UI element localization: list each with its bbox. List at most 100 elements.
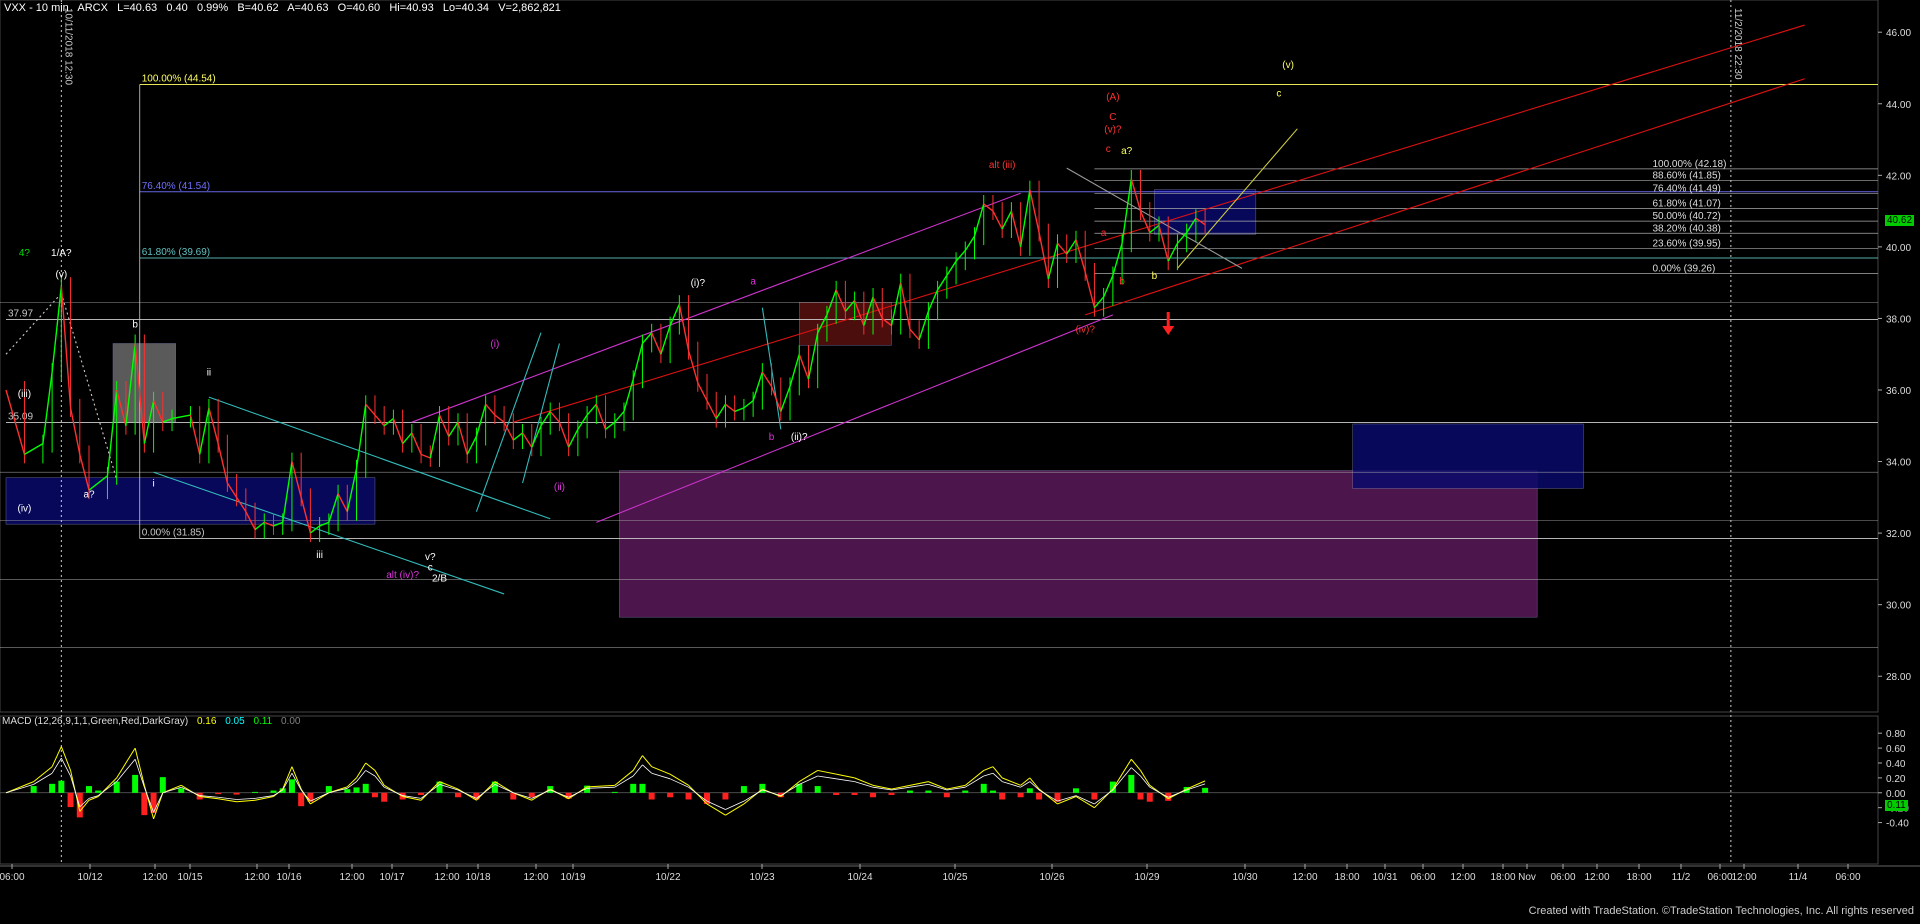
macd-tick-label-2: 0.00 bbox=[1886, 789, 1906, 800]
price-seg-107 bbox=[1019, 189, 1031, 247]
macd-tick-label-4: 0.40 bbox=[1886, 759, 1906, 770]
xtick-label-33: 06:00 bbox=[1835, 872, 1860, 883]
macd-tick-label-6: 0.80 bbox=[1886, 729, 1906, 740]
wave-label-27: b bbox=[1119, 276, 1125, 287]
wave-label-14: (i) bbox=[490, 339, 499, 350]
wave-label-2: (v) bbox=[56, 269, 68, 280]
price-seg-41 bbox=[411, 432, 422, 455]
fib-right-label-5: 38.20% (40.38) bbox=[1652, 223, 1720, 234]
xtick-label-25: Nov bbox=[1518, 872, 1536, 883]
price-seg-61 bbox=[595, 404, 607, 430]
macd-line-3 bbox=[51, 746, 62, 767]
wave-label-5: a? bbox=[83, 489, 95, 500]
macd-hist-40 bbox=[611, 791, 618, 793]
fib-right-label-6: 23.60% (39.95) bbox=[1652, 239, 1720, 250]
macd-hist-30 bbox=[418, 792, 425, 796]
macd-line-62 bbox=[983, 766, 994, 771]
symbol-label: VXX - 10 min bbox=[4, 2, 69, 14]
last-price-label: L=40.63 bbox=[117, 2, 158, 14]
price-seg-47 bbox=[466, 436, 478, 455]
ytick-label-4: 36.00 bbox=[1886, 386, 1911, 397]
wave-label-11: c bbox=[428, 563, 433, 574]
xtick-label-11: 10/19 bbox=[560, 872, 585, 883]
fib-right-label-2: 76.40% (41.49) bbox=[1652, 184, 1720, 195]
xtick-label-30: 06:00 bbox=[1707, 872, 1732, 883]
price-seg-70 bbox=[678, 303, 690, 351]
channel-cyan-rise2 bbox=[522, 343, 560, 484]
macd-study-label: MACD (12,26,9,1,1,Green,Red,DarkGray) bbox=[2, 716, 189, 727]
level-label-0: 100.00% (44.54) bbox=[142, 73, 216, 84]
price-seg-96 bbox=[918, 311, 930, 341]
wave-label-3: (iii) bbox=[18, 389, 31, 400]
high-label: Hi=40.93 bbox=[389, 2, 434, 14]
down-arrow-head bbox=[1162, 326, 1175, 336]
xtick-label-20: 18:00 bbox=[1334, 872, 1359, 883]
price-seg-4 bbox=[51, 286, 63, 373]
macd-hist-42 bbox=[639, 783, 646, 793]
xtick-label-8: 12:00 bbox=[434, 872, 459, 883]
macd-line-2 bbox=[33, 766, 53, 782]
price-seg-117 bbox=[1112, 243, 1123, 276]
xtick-label-22: 06:00 bbox=[1410, 872, 1435, 883]
macd-header: MACD (12,26,9,1,1,Green,Red,DarkGray) 0.… bbox=[2, 716, 306, 727]
macd-hist-64 bbox=[1017, 792, 1024, 798]
price-seg-78 bbox=[752, 371, 764, 401]
wave-label-15: (ii) bbox=[554, 482, 565, 493]
price-seg-73 bbox=[706, 400, 717, 419]
xtick-label-13: 10/23 bbox=[749, 872, 774, 883]
macd-hist-20 bbox=[288, 779, 295, 793]
wave-label-4: (iv) bbox=[18, 504, 32, 515]
price-seg-40 bbox=[402, 432, 413, 445]
macd-hist-2 bbox=[49, 783, 56, 793]
chart-root[interactable]: 100.00% (44.54) 76.40% (41.54) 61.80% (39.… bbox=[0, 0, 1920, 919]
low-label: Lo=40.34 bbox=[442, 2, 490, 14]
macd-hist-3 bbox=[58, 780, 65, 793]
macd-hist-6 bbox=[86, 786, 93, 793]
macd-hist-18 bbox=[270, 790, 277, 793]
macd-hist-55 bbox=[870, 792, 877, 798]
wave-label-8: ii bbox=[207, 368, 211, 379]
date-label-left: 10/11/2018 12:30 bbox=[62, 8, 73, 86]
macd-hist-28 bbox=[381, 792, 388, 802]
macd-hist-26 bbox=[362, 783, 369, 793]
xtick-label-7: 10/17 bbox=[379, 872, 404, 883]
macd-line-40 bbox=[587, 784, 615, 788]
macd-hist-62 bbox=[989, 790, 996, 793]
price-seg-100 bbox=[955, 249, 966, 262]
price-seg-67 bbox=[651, 332, 662, 355]
footer-credit: Created with TradeStation. ©TradeStation… bbox=[1528, 905, 1914, 917]
macd-hist-60 bbox=[962, 790, 969, 793]
price-seg-52 bbox=[512, 432, 523, 441]
macd-hist-56 bbox=[888, 792, 895, 796]
fib-right-label-0: 100.00% (42.18) bbox=[1652, 159, 1726, 170]
price-seg-71 bbox=[687, 350, 699, 384]
price-seg-109 bbox=[1038, 232, 1049, 280]
price-seg-64 bbox=[623, 379, 634, 412]
ytick-label-9: 46.00 bbox=[1886, 28, 1911, 39]
macd-hist-10 bbox=[141, 792, 148, 816]
price-seg-65 bbox=[632, 343, 644, 380]
macd-hist-65 bbox=[1026, 788, 1033, 793]
macd-hist-61 bbox=[980, 783, 987, 793]
price-seg-9 bbox=[106, 389, 118, 476]
xtick-label-5: 10/16 bbox=[276, 872, 301, 883]
chart-svg[interactable]: 100.00% (44.54) 76.40% (41.54) 61.80% (39.… bbox=[0, 0, 1920, 919]
level-label-3: 0.00% (31.85) bbox=[142, 527, 205, 538]
wave-label-30: (v) bbox=[1282, 60, 1294, 71]
price-seg-116 bbox=[1102, 275, 1114, 298]
macd-hist-72 bbox=[1137, 792, 1144, 800]
macd-line-63 bbox=[992, 766, 1003, 779]
zone-purple bbox=[619, 470, 1538, 618]
change-label: 0.40 bbox=[166, 2, 188, 14]
zone-blue-right bbox=[1352, 423, 1584, 489]
macd-hist-43 bbox=[648, 792, 655, 800]
price-seg-37 bbox=[374, 414, 385, 427]
macd-line-27 bbox=[365, 762, 376, 771]
xtick-label-14: 10/24 bbox=[847, 872, 872, 883]
price-seg-5 bbox=[60, 286, 72, 408]
wave-label-7: i bbox=[152, 479, 154, 490]
price-seg-74 bbox=[715, 403, 727, 419]
price-seg-63 bbox=[614, 411, 625, 423]
ytick-label-1: 30.00 bbox=[1886, 601, 1911, 612]
wave-label-1: 1/A? bbox=[51, 248, 72, 259]
